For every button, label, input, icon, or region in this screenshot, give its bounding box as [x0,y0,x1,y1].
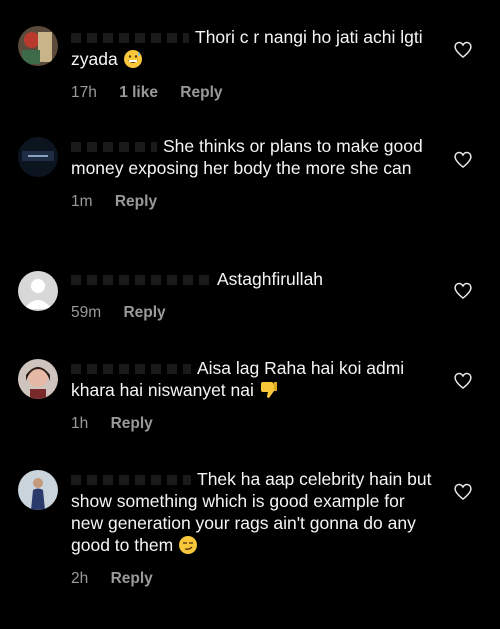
redacted-username [71,364,191,375]
comment-time: 17h [71,84,97,101]
reply-button[interactable]: Reply [111,570,153,587]
heart-icon[interactable] [453,371,473,391]
thumbs-down-emoji [260,382,277,398]
avatar[interactable] [18,271,58,311]
like-count[interactable]: 1 like [119,84,158,101]
comment-meta: 59m Reply [71,304,441,322]
redacted-username [71,475,191,486]
avatar[interactable] [18,470,58,510]
avatar[interactable] [18,26,58,66]
grinning-sweat-emoji [123,50,142,68]
avatar[interactable] [18,137,58,177]
redacted-username [71,33,189,44]
redacted-username [71,142,157,153]
heart-icon[interactable] [453,281,473,301]
reply-button[interactable]: Reply [115,193,157,210]
comment-text: Aisa lag Raha hai koi admi khara hai nis… [71,357,441,401]
comment-text: She thinks or plans to make good money e… [71,135,441,179]
reply-button[interactable]: Reply [111,415,153,432]
reply-button[interactable]: Reply [123,304,165,321]
comment-text-content: Astaghfirullah [217,269,324,289]
comment-meta: 2h Reply [71,570,441,588]
comment-text: Thori c r nangi ho jati achi lgti zyada [71,26,441,70]
reply-button[interactable]: Reply [180,84,222,101]
comment-text: Thek ha aap celebrity hain but show some… [71,468,441,556]
avatar[interactable] [18,359,58,399]
comment-meta: 1h Reply [71,415,441,433]
heart-icon[interactable] [453,40,473,60]
heart-icon[interactable] [453,150,473,170]
heart-icon[interactable] [453,482,473,502]
smirk-emoji [179,536,198,554]
comment-meta: 17h 1 like Reply [71,84,441,102]
redacted-username [71,275,211,286]
comment-meta: 1m Reply [71,193,441,211]
comment-text: Astaghfirullah [71,268,441,290]
comment-time: 2h [71,570,89,587]
comment-time: 1h [71,415,89,432]
comment-time: 1m [71,193,93,210]
comment-time: 59m [71,304,102,321]
